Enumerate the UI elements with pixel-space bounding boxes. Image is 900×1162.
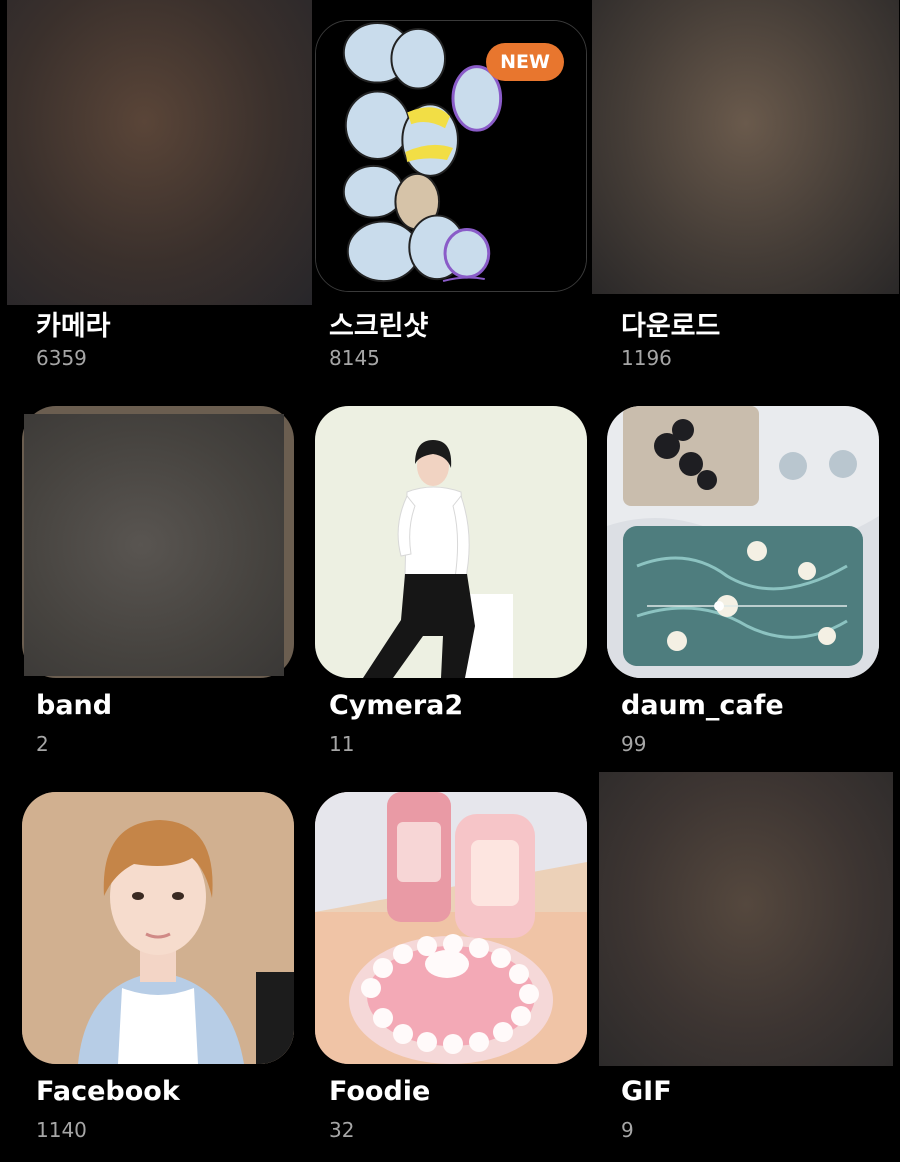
blurred-thumbnail-overlay [592, 0, 899, 294]
portrait-photo-image [315, 406, 587, 678]
album-name: Cymera2 [329, 690, 464, 721]
album-thumbnail[interactable] [315, 792, 587, 1064]
album-name: daum_cafe [621, 690, 784, 721]
album-count: 11 [329, 732, 355, 756]
blurred-thumbnail-overlay [7, 0, 312, 305]
album-name: 카메라 [36, 311, 111, 342]
album-count: 8145 [329, 346, 380, 370]
album-count: 2 [36, 732, 49, 756]
album-count: 6359 [36, 346, 87, 370]
album-name: 스크린샷 [329, 311, 429, 342]
blurred-thumbnail-overlay [599, 772, 893, 1066]
album-name: Facebook [36, 1076, 180, 1107]
album-count: 1196 [621, 346, 672, 370]
album-thumbnail[interactable] [22, 792, 294, 1064]
album-name: GIF [621, 1076, 672, 1107]
album-thumbnail[interactable] [315, 406, 587, 678]
portrait-photo-image [22, 792, 294, 1064]
album-name: band [36, 690, 113, 721]
album-name: 다운로드 [621, 311, 721, 342]
album-count: 1140 [36, 1118, 87, 1142]
album-count: 32 [329, 1118, 355, 1142]
blurred-thumbnail-overlay [24, 414, 284, 676]
album-cymera2[interactable]: Cymera2 11 [315, 406, 587, 776]
album-daum-cafe[interactable]: daum_cafe 99 [607, 406, 879, 776]
album-count: 9 [621, 1118, 634, 1142]
album-name: Foodie [329, 1076, 431, 1107]
album-screenshots[interactable]: NEW 스크린샷 8145 [315, 20, 587, 390]
album-count: 99 [621, 732, 647, 756]
album-facebook[interactable]: Facebook 1140 [22, 792, 294, 1162]
album-foodie[interactable]: Foodie 32 [315, 792, 587, 1162]
cake-photo-image [315, 792, 587, 1064]
album-thumbnail[interactable] [607, 406, 879, 678]
album-thumbnail[interactable]: NEW [315, 20, 587, 292]
new-badge: NEW [486, 43, 564, 81]
aesthetic-collage-image [607, 406, 879, 678]
